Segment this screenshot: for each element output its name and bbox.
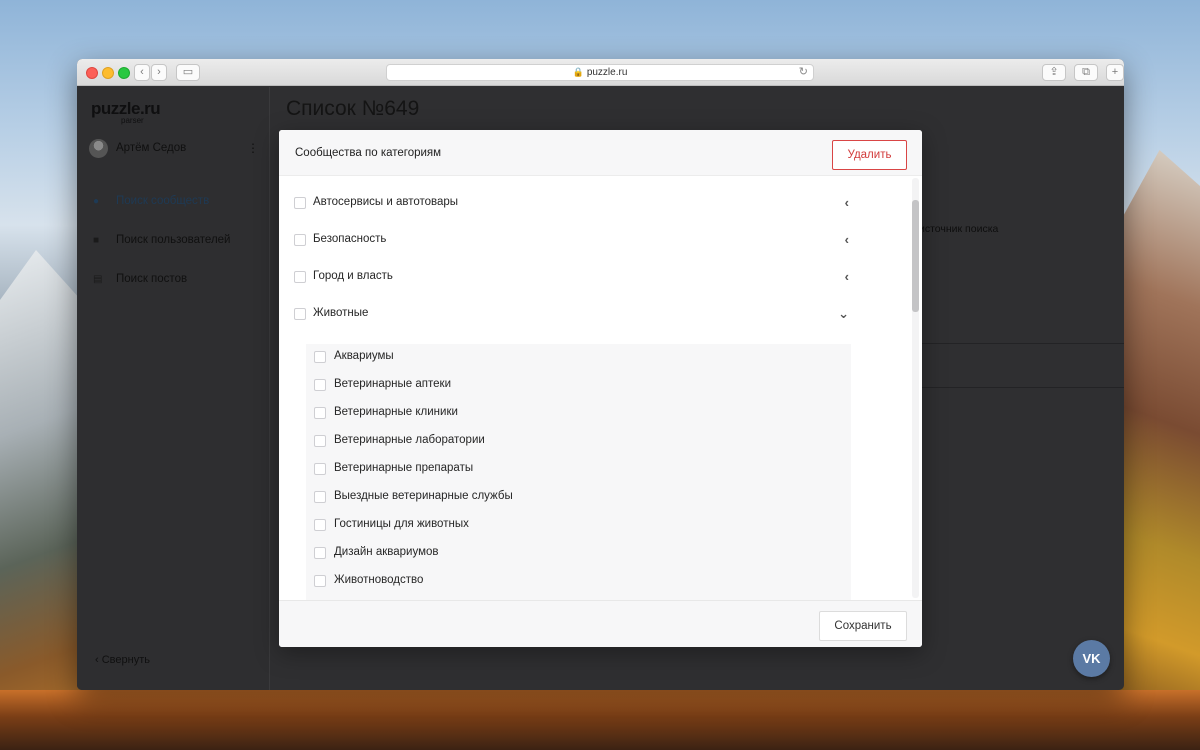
users-icon: ■: [93, 235, 100, 246]
user-menu-icon[interactable]: ⋮: [247, 141, 259, 155]
subcategory-row[interactable]: Ветеринарные клиники: [314, 404, 814, 424]
chevron-left-icon[interactable]: ‹: [845, 269, 849, 284]
subcategory-row[interactable]: Ветеринарные аптеки: [314, 376, 814, 396]
category-label: Безопасность: [313, 233, 387, 245]
delete-button[interactable]: Удалить: [832, 140, 907, 170]
subcategory-row[interactable]: Аквариумы: [314, 348, 814, 368]
category-label: Город и власть: [313, 270, 393, 282]
subcategory-label: Выездные ветеринарные службы: [334, 490, 513, 502]
subcategory-row[interactable]: Гостиницы для животных: [314, 516, 814, 536]
subcategory-label: Ветеринарные аптеки: [334, 378, 451, 390]
subcategory-checkbox[interactable]: [314, 463, 326, 475]
subcategory-label: Ветеринарные лаборатории: [334, 434, 485, 446]
subcategory-checkbox[interactable]: [314, 351, 326, 363]
subcategory-checkbox[interactable]: [314, 435, 326, 447]
sidebar-item-users[interactable]: ■ Поиск пользователей: [93, 234, 230, 252]
page-title: Список №649: [286, 97, 420, 120]
back-icon[interactable]: ‹: [134, 64, 150, 81]
subcategory-checkbox[interactable]: [314, 407, 326, 419]
save-button[interactable]: Сохранить: [819, 611, 907, 641]
subcategory-row[interactable]: Выездные ветеринарные службы: [314, 488, 814, 508]
address-bar[interactable]: 🔒 puzzle.ru ↻: [386, 64, 814, 81]
subcategory-row[interactable]: Ветеринарные лаборатории: [314, 432, 814, 452]
modal-footer: Сохранить: [279, 600, 922, 647]
background-divider: [907, 343, 1124, 344]
category-label: Автосервисы и автотовары: [313, 196, 459, 208]
chevron-down-icon[interactable]: ⌄: [838, 306, 849, 322]
subcategory-checkbox[interactable]: [314, 379, 326, 391]
avatar: [89, 139, 108, 158]
subcategory-checkbox[interactable]: [314, 491, 326, 503]
close-window-button[interactable]: [86, 67, 98, 79]
category-label: Животные: [313, 307, 369, 319]
subcategory-checkbox[interactable]: [314, 575, 326, 587]
chevron-left-icon: ‹: [95, 654, 99, 666]
sidebar-item-label: Поиск постов: [116, 273, 188, 285]
chat-icon: ●: [93, 196, 100, 207]
subcategory-label: Дизайн аквариумов: [334, 546, 439, 558]
posts-icon: ▤: [93, 274, 103, 285]
category-row[interactable]: Город и власть ‹: [294, 268, 849, 288]
chevron-left-icon[interactable]: ‹: [845, 195, 849, 210]
subcategory-label: Животноводство: [334, 574, 424, 586]
subcategory-row[interactable]: Животноводство: [314, 572, 814, 592]
subcategory-panel: Аквариумы Ветеринарные аптеки Ветеринарн…: [306, 344, 851, 600]
url-text: puzzle.ru: [586, 67, 628, 78]
sidebar-item-communities[interactable]: ● Поиск сообществ: [93, 195, 209, 213]
vk-icon[interactable]: VK: [1073, 640, 1110, 677]
browser-titlebar: ‹ › ▭ 🔒 puzzle.ru ↻ ⇪ ⧉ +: [77, 59, 1124, 86]
sidebar-toggle-icon[interactable]: ▭: [176, 64, 200, 81]
user-name: Артём Седов: [116, 142, 187, 154]
subcategory-label: Ветеринарные препараты: [334, 462, 474, 474]
share-icon[interactable]: ⇪: [1042, 64, 1066, 81]
lock-icon: 🔒: [572, 67, 584, 77]
forward-icon[interactable]: ›: [151, 64, 167, 81]
subcategory-checkbox[interactable]: [314, 519, 326, 531]
category-modal: Сообщества по категориям Удалить Автосер…: [279, 130, 922, 647]
subcategory-row[interactable]: Дизайн аквариумов: [314, 544, 814, 564]
sidebar: puzzle.ru parser Артём Седов ⋮ ● Поиск со…: [77, 87, 270, 690]
sidebar-item-label: Поиск сообществ: [116, 195, 210, 207]
maximize-window-button[interactable]: [118, 67, 130, 79]
background-divider: [907, 387, 1124, 388]
modal-body: Автосервисы и автотовары ‹ Безопасность …: [279, 176, 922, 600]
category-row[interactable]: Автосервисы и автотовары ‹: [294, 194, 849, 214]
modal-scrollbar-thumb[interactable]: [912, 200, 919, 312]
subcategory-label: Ветеринарные клиники: [334, 406, 458, 418]
category-checkbox[interactable]: [294, 197, 306, 209]
collapse-sidebar-button[interactable]: ‹ Свернуть: [95, 654, 150, 666]
subcategory-checkbox[interactable]: [314, 547, 326, 559]
category-checkbox[interactable]: [294, 308, 306, 320]
collapse-label: Свернуть: [101, 654, 150, 666]
new-tab-icon[interactable]: +: [1106, 64, 1124, 81]
sidebar-item-label: Поиск пользователей: [116, 234, 231, 246]
category-checkbox[interactable]: [294, 234, 306, 246]
chevron-left-icon[interactable]: ‹: [845, 232, 849, 247]
category-checkbox[interactable]: [294, 271, 306, 283]
tabs-overview-icon[interactable]: ⧉: [1074, 64, 1098, 81]
background-lake: [0, 690, 1200, 750]
category-row[interactable]: Животные ⌄: [294, 305, 849, 325]
minimize-window-button[interactable]: [102, 67, 114, 79]
subcategory-row[interactable]: Ветеринарные препараты: [314, 460, 814, 480]
user-profile[interactable]: Артём Седов ⋮: [89, 139, 259, 163]
sidebar-item-posts[interactable]: ▤ Поиск постов: [93, 273, 187, 291]
modal-title: Сообщества по категориям: [295, 147, 442, 159]
subcategory-label: Аквариумы: [334, 350, 394, 362]
subcategory-label: Гостиницы для животных: [334, 518, 469, 530]
reload-icon[interactable]: ↻: [799, 65, 808, 80]
logo-subtitle: parser: [121, 116, 144, 125]
category-row[interactable]: Безопасность ‹: [294, 231, 849, 251]
modal-header: Сообщества по категориям Удалить: [279, 130, 922, 176]
background-search-source-text: источник поиска: [919, 223, 999, 235]
